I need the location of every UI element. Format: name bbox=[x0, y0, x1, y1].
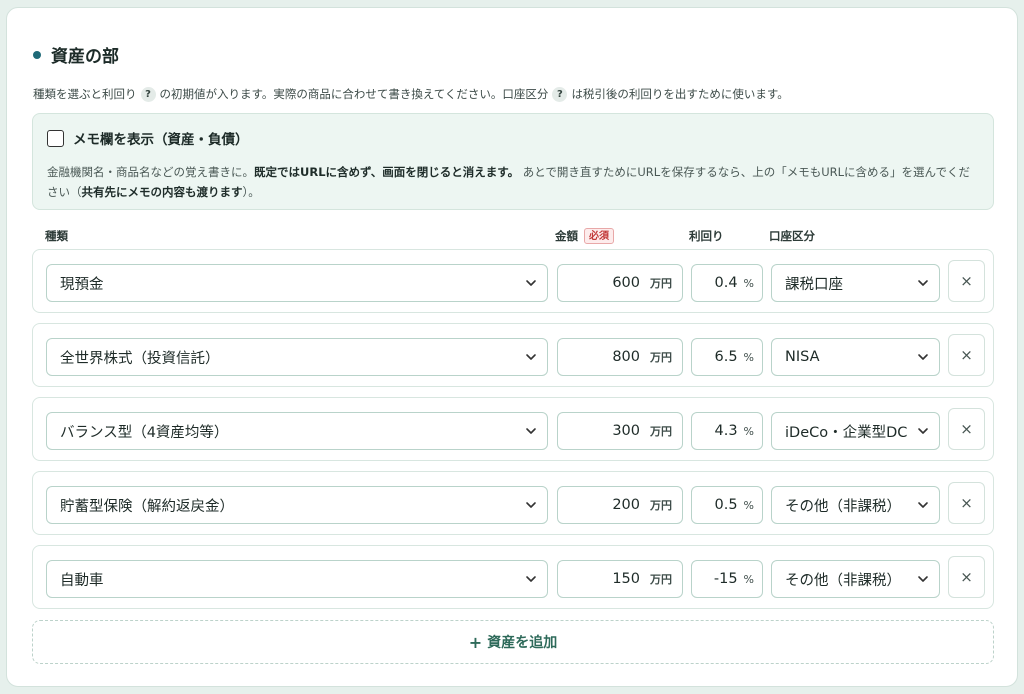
rate-value: 0.5 bbox=[714, 497, 738, 513]
asset-row: 自動車 150 万円 -15% その他（非課税） × bbox=[32, 545, 994, 609]
asset-type-value: 現預金 bbox=[60, 276, 104, 293]
chevron-down-icon bbox=[525, 351, 537, 363]
amount-value: 300 bbox=[612, 423, 640, 439]
amount-input[interactable]: 150 万円 bbox=[557, 560, 683, 598]
column-header-amount: 金額 必須 bbox=[555, 228, 614, 244]
close-icon: × bbox=[960, 568, 973, 586]
asset-type-select[interactable]: 全世界株式（投資信託） bbox=[46, 338, 548, 376]
chevron-down-icon bbox=[917, 351, 929, 363]
amount-value: 600 bbox=[612, 275, 640, 291]
memo-description: 金融機関名・商品名などの覚え書きに。既定ではURLに含めず、画面を閉じると消えま… bbox=[47, 165, 970, 199]
amount-unit: 万円 bbox=[650, 573, 672, 586]
delete-row-button[interactable]: × bbox=[948, 334, 985, 376]
amount-input[interactable]: 300 万円 bbox=[557, 412, 683, 450]
rate-percent-sign: % bbox=[743, 572, 754, 586]
amount-unit: 万円 bbox=[650, 351, 672, 364]
memo-label: メモ欄を表示（資産・負債） bbox=[73, 132, 249, 148]
rate-value: -15 bbox=[713, 571, 738, 587]
asset-row: 現預金 600 万円 0.4% 課税口座 × bbox=[32, 249, 994, 313]
column-header-account: 口座区分 bbox=[769, 229, 815, 243]
memo-toggle[interactable]: メモ欄を表示（資産・負債） bbox=[47, 128, 249, 148]
memo-panel: メモ欄を表示（資産・負債） 金融機関名・商品名などの覚え書きに。既定ではURLに… bbox=[32, 113, 994, 210]
chevron-down-icon bbox=[917, 425, 929, 437]
rate-value: 0.4 bbox=[714, 275, 738, 291]
amount-value: 200 bbox=[612, 497, 640, 513]
amount-value: 800 bbox=[612, 349, 640, 365]
rate-input[interactable]: -15% bbox=[691, 560, 763, 598]
close-icon: × bbox=[960, 420, 973, 438]
account-type-value: iDeCo・企業型DC bbox=[785, 424, 908, 441]
asset-type-value: 全世界株式（投資信託） bbox=[60, 350, 220, 367]
asset-row: 貯蓄型保険（解約返戻金） 200 万円 0.5% その他（非課税） × bbox=[32, 471, 994, 535]
chevron-down-icon bbox=[525, 573, 537, 585]
rate-value: 4.3 bbox=[714, 423, 738, 439]
rate-help-icon[interactable]: ? bbox=[140, 86, 156, 102]
chevron-down-icon bbox=[525, 499, 537, 511]
account-type-value: NISA bbox=[785, 349, 820, 365]
account-type-value: その他（非課税） bbox=[785, 498, 901, 515]
required-badge: 必須 bbox=[584, 228, 614, 244]
asset-type-value: バランス型（4資産均等） bbox=[60, 424, 229, 441]
chevron-down-icon bbox=[917, 499, 929, 511]
account-type-select[interactable]: その他（非課税） bbox=[771, 486, 940, 524]
delete-row-button[interactable]: × bbox=[948, 556, 985, 598]
account-type-select[interactable]: NISA bbox=[771, 338, 940, 376]
delete-row-button[interactable]: × bbox=[948, 408, 985, 450]
close-icon: × bbox=[960, 494, 973, 512]
account-type-value: 課税口座 bbox=[785, 276, 843, 293]
chevron-down-icon bbox=[917, 573, 929, 585]
asset-row: バランス型（4資産均等） 300 万円 4.3% iDeCo・企業型DC × bbox=[32, 397, 994, 461]
section-description: 種類を選ぶと利回り ? の初期値が入ります。実際の商品に合わせて書き換えてくださ… bbox=[33, 86, 789, 102]
rate-input[interactable]: 4.3% bbox=[691, 412, 763, 450]
rate-percent-sign: % bbox=[743, 424, 754, 438]
add-asset-label: 資産を追加 bbox=[487, 635, 558, 651]
account-help-icon[interactable]: ? bbox=[552, 86, 568, 102]
account-type-value: その他（非課税） bbox=[785, 572, 901, 589]
column-header-type: 種類 bbox=[45, 229, 68, 243]
section-title: 資産の部 bbox=[51, 47, 119, 67]
amount-unit: 万円 bbox=[650, 277, 672, 290]
bullet-dot-icon bbox=[33, 50, 41, 59]
delete-row-button[interactable]: × bbox=[948, 482, 985, 524]
account-type-select[interactable]: 課税口座 bbox=[771, 264, 940, 302]
rate-input[interactable]: 6.5% bbox=[691, 338, 763, 376]
rate-value: 6.5 bbox=[714, 349, 738, 365]
asset-type-select[interactable]: 自動車 bbox=[46, 560, 548, 598]
amount-unit: 万円 bbox=[650, 499, 672, 512]
rate-percent-sign: % bbox=[743, 350, 754, 364]
rate-input[interactable]: 0.5% bbox=[691, 486, 763, 524]
rate-percent-sign: % bbox=[743, 498, 754, 512]
rate-input[interactable]: 0.4% bbox=[691, 264, 763, 302]
close-icon: × bbox=[960, 272, 973, 290]
add-asset-button[interactable]: + 資産を追加 bbox=[32, 620, 994, 664]
delete-row-button[interactable]: × bbox=[948, 260, 985, 302]
asset-type-select[interactable]: バランス型（4資産均等） bbox=[46, 412, 548, 450]
column-header-rate: 利回り bbox=[689, 229, 724, 243]
assets-card: 資産の部 種類を選ぶと利回り ? の初期値が入ります。実際の商品に合わせて書き換… bbox=[6, 7, 1018, 687]
amount-unit: 万円 bbox=[650, 425, 672, 438]
rate-percent-sign: % bbox=[743, 276, 754, 290]
account-type-select[interactable]: その他（非課税） bbox=[771, 560, 940, 598]
amount-input[interactable]: 200 万円 bbox=[557, 486, 683, 524]
asset-type-select[interactable]: 現預金 bbox=[46, 264, 548, 302]
account-type-select[interactable]: iDeCo・企業型DC bbox=[771, 412, 940, 450]
memo-checkbox[interactable] bbox=[47, 129, 64, 147]
amount-input[interactable]: 600 万円 bbox=[557, 264, 683, 302]
chevron-down-icon bbox=[917, 277, 929, 289]
section-header: 資産の部 bbox=[33, 42, 119, 67]
amount-input[interactable]: 800 万円 bbox=[557, 338, 683, 376]
asset-type-select[interactable]: 貯蓄型保険（解約返戻金） bbox=[46, 486, 548, 524]
plus-icon: + bbox=[468, 632, 483, 652]
chevron-down-icon bbox=[525, 277, 537, 289]
close-icon: × bbox=[960, 346, 973, 364]
asset-type-value: 自動車 bbox=[60, 572, 104, 589]
amount-value: 150 bbox=[612, 571, 640, 587]
asset-type-value: 貯蓄型保険（解約返戻金） bbox=[60, 498, 234, 515]
asset-row: 全世界株式（投資信託） 800 万円 6.5% NISA × bbox=[32, 323, 994, 387]
chevron-down-icon bbox=[525, 425, 537, 437]
